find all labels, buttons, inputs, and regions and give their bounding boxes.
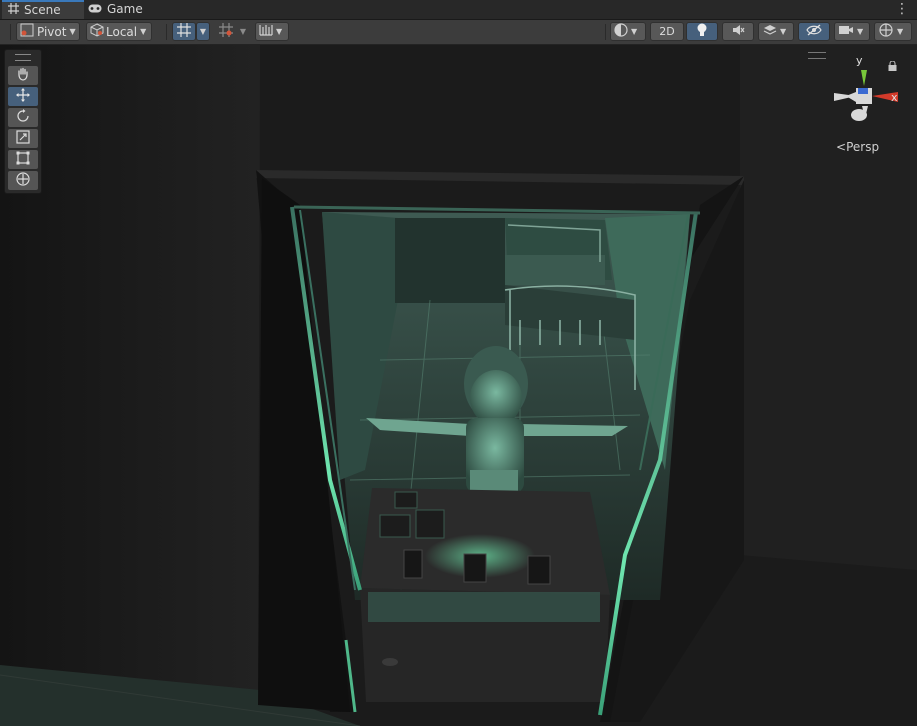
snap-settings-dropdown[interactable]: ▼ bbox=[255, 22, 289, 41]
local-dropdown[interactable]: Local ▼ bbox=[86, 22, 152, 41]
hand-tool-button[interactable] bbox=[8, 66, 38, 85]
toolbar-separator bbox=[605, 24, 606, 40]
eye-hidden-icon bbox=[806, 24, 822, 39]
orientation-gizmo[interactable]: y x bbox=[826, 52, 906, 132]
transform-tool-button[interactable] bbox=[8, 171, 38, 190]
tab-game[interactable]: Game bbox=[82, 0, 152, 19]
move-arrows-icon bbox=[16, 88, 30, 105]
pivot-dropdown[interactable]: Pivot ▼ bbox=[16, 22, 80, 41]
speaker-muted-icon bbox=[731, 23, 745, 40]
tab-bar: Scene Game ⋮ bbox=[0, 0, 917, 20]
tab-scene-label: Scene bbox=[24, 3, 61, 17]
tab-game-label: Game bbox=[107, 2, 143, 16]
chevron-down-icon: ▼ bbox=[780, 27, 787, 36]
2d-mode-toggle[interactable]: 2D bbox=[650, 22, 684, 41]
chevron-down-icon: ▼ bbox=[69, 27, 76, 36]
transform-globe-icon bbox=[16, 172, 30, 189]
hash-grid-icon bbox=[8, 2, 19, 19]
chevron-down-icon: ▼ bbox=[276, 27, 283, 36]
audio-toggle[interactable] bbox=[722, 22, 754, 41]
chevron-down-icon: ▼ bbox=[239, 27, 247, 36]
overlay-grip-icon[interactable] bbox=[15, 54, 31, 61]
chevron-down-icon: ▼ bbox=[897, 27, 904, 36]
axis-y-label: y bbox=[856, 54, 863, 67]
increment-snap-toggle[interactable] bbox=[216, 22, 236, 41]
draw-mode-dropdown[interactable]: ▼ bbox=[610, 22, 646, 41]
move-tool-button[interactable] bbox=[8, 87, 38, 106]
overlay-menu-grip-icon[interactable] bbox=[808, 52, 826, 59]
rotate-tool-button[interactable] bbox=[8, 108, 38, 127]
camera-dropdown[interactable]: ▼ bbox=[834, 22, 870, 41]
axis-x-label: x bbox=[891, 91, 898, 104]
rect-transform-icon bbox=[16, 151, 30, 168]
chevron-down-icon: ▼ bbox=[631, 27, 638, 36]
more-options-icon[interactable]: ⋮ bbox=[895, 0, 909, 19]
gamepad-icon bbox=[88, 0, 102, 19]
grid-snap-icon bbox=[177, 23, 191, 40]
ruler-icon bbox=[259, 23, 273, 40]
rotate-icon bbox=[16, 109, 30, 126]
perspective-icon: < bbox=[836, 140, 847, 154]
local-cube-icon bbox=[90, 23, 104, 40]
effects-dropdown[interactable]: ▼ bbox=[758, 22, 794, 41]
tools-overlay bbox=[4, 49, 42, 194]
scene-toolbar: Pivot ▼ Local ▼ ▼ ▼ ▼ ▼ 2D ▼ ▼ ▼ bbox=[0, 20, 917, 45]
projection-toggle[interactable]: <Persp bbox=[836, 140, 879, 154]
local-label: Local bbox=[106, 24, 138, 39]
toolbar-separator bbox=[166, 24, 167, 40]
tab-scene[interactable]: Scene bbox=[2, 0, 84, 19]
increment-snap-menu[interactable]: ▼ bbox=[237, 22, 249, 41]
scene-visibility-toggle[interactable] bbox=[798, 22, 830, 41]
persp-label: Persp bbox=[846, 140, 880, 154]
gizmos-dropdown[interactable]: ▼ bbox=[874, 22, 912, 41]
chevron-down-icon: ▼ bbox=[857, 27, 864, 36]
scale-tool-button[interactable] bbox=[8, 129, 38, 148]
pivot-label: Pivot bbox=[37, 24, 67, 39]
chevron-down-icon: ▼ bbox=[199, 27, 207, 36]
increment-snap-icon bbox=[219, 23, 233, 40]
pivot-icon bbox=[20, 23, 34, 40]
gizmo-globe-icon bbox=[878, 22, 894, 41]
lighting-toggle[interactable] bbox=[686, 22, 718, 41]
toolbar-grip bbox=[10, 24, 11, 40]
scene-viewport[interactable] bbox=[0, 45, 917, 726]
lightbulb-icon bbox=[696, 23, 708, 40]
rect-tool-button[interactable] bbox=[8, 150, 38, 169]
grid-snap-menu[interactable]: ▼ bbox=[196, 22, 210, 41]
scene-render bbox=[0, 45, 917, 726]
2d-label: 2D bbox=[659, 25, 675, 38]
shading-sphere-icon bbox=[614, 23, 628, 40]
layers-icon bbox=[763, 23, 777, 40]
scale-icon bbox=[16, 130, 30, 147]
grid-snap-toggle[interactable] bbox=[172, 22, 196, 41]
camera-icon bbox=[838, 24, 854, 39]
hand-icon bbox=[16, 67, 30, 84]
chevron-down-icon: ▼ bbox=[140, 27, 147, 36]
